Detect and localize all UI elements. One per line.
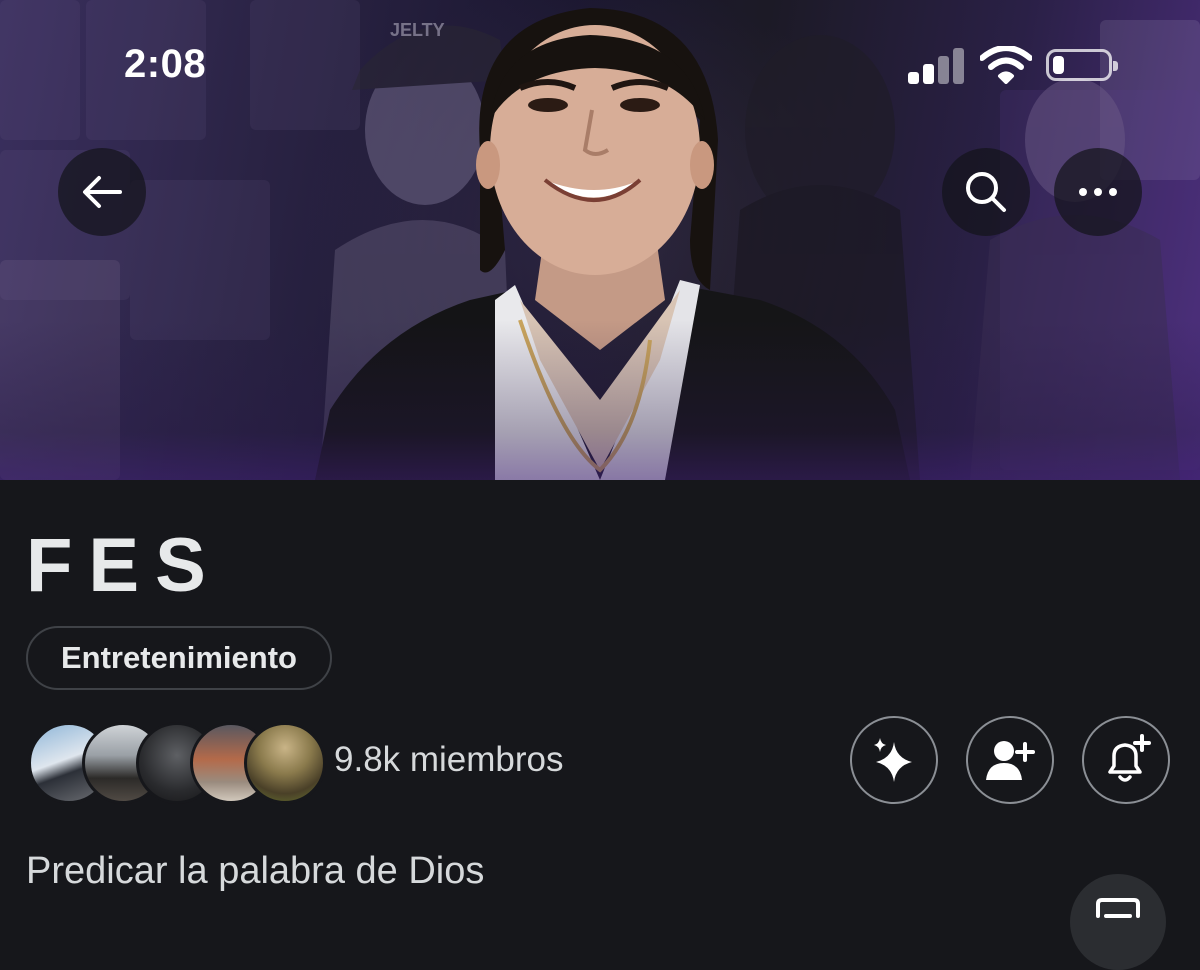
more-options-button[interactable] xyxy=(1054,148,1142,236)
community-name: FES xyxy=(26,523,222,608)
member-count[interactable]: 9.8k miembros xyxy=(334,740,564,780)
category-chip[interactable]: Entretenimiento xyxy=(26,626,332,690)
notifications-button[interactable] xyxy=(1082,716,1170,804)
community-description: Predicar la palabra de Dios xyxy=(26,850,485,892)
compose-icon xyxy=(1096,898,1140,918)
banner-cap-text: JELTY xyxy=(390,20,445,40)
bell-plus-icon xyxy=(1108,734,1151,782)
member-avatars[interactable] xyxy=(28,722,326,804)
arrow-left-icon xyxy=(83,176,122,208)
member-avatar xyxy=(244,722,326,804)
back-button[interactable] xyxy=(58,148,146,236)
cellular-signal-icon xyxy=(908,48,964,84)
sparkle-icon xyxy=(874,738,912,782)
add-member-button[interactable] xyxy=(966,716,1054,804)
search-icon xyxy=(966,172,1006,212)
battery-level xyxy=(1053,56,1064,74)
floating-action-button[interactable] xyxy=(1070,874,1166,970)
banner-fade xyxy=(0,320,1200,480)
more-horizontal-icon xyxy=(1079,188,1117,196)
add-person-icon xyxy=(986,741,1035,780)
sparkle-button[interactable] xyxy=(850,716,938,804)
status-time: 2:08 xyxy=(124,42,207,86)
search-button[interactable] xyxy=(942,148,1030,236)
battery-icon xyxy=(1046,49,1118,81)
wifi-icon xyxy=(979,45,1033,89)
